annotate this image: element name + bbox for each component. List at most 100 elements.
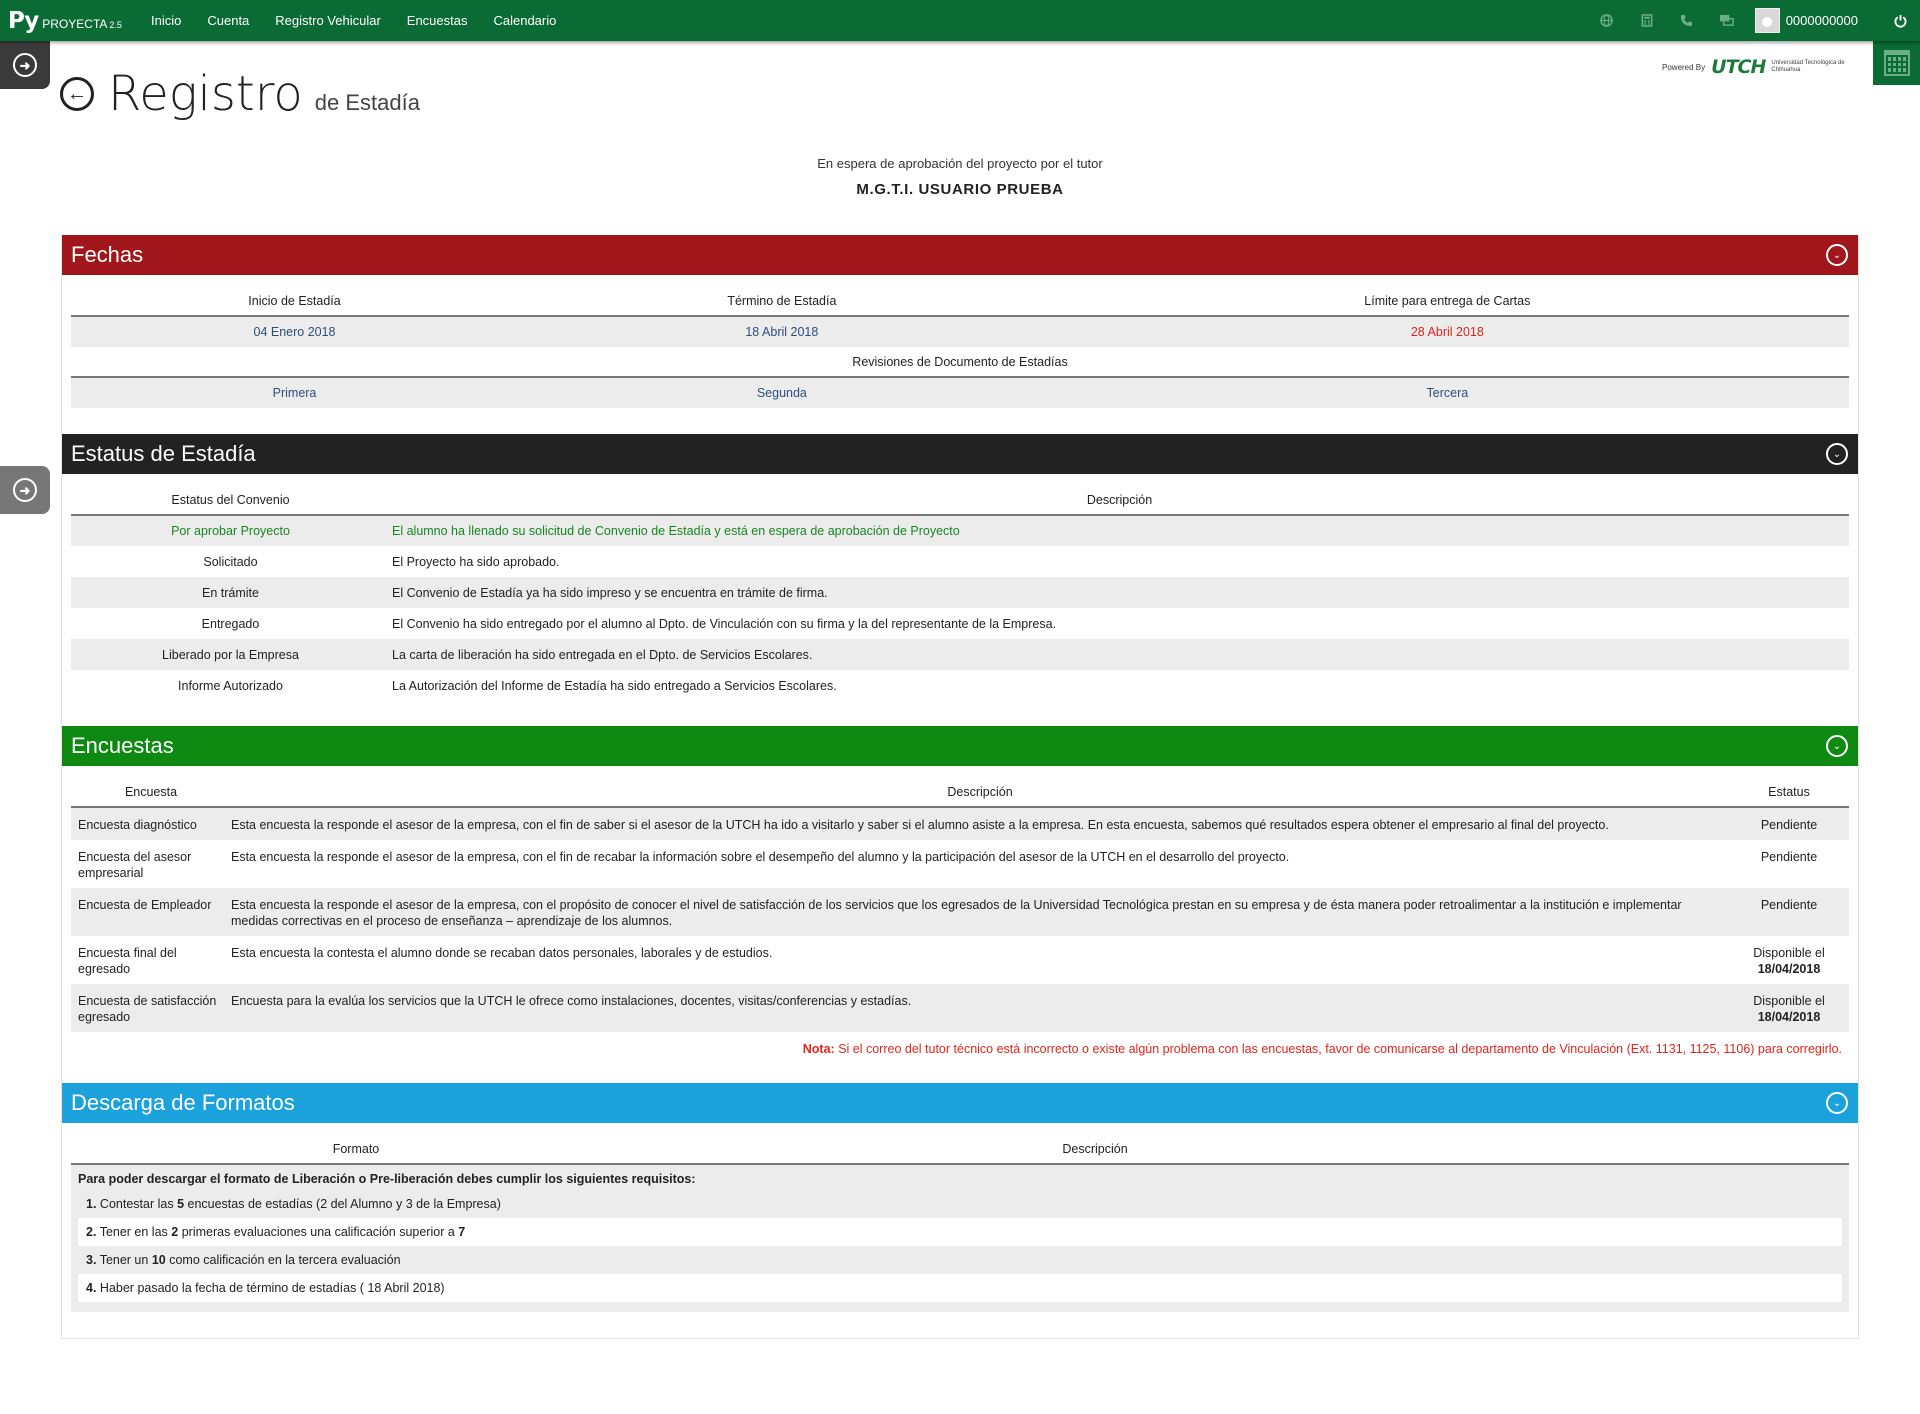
survey-desc: Encuesta para la evalúa los servicios qu… (231, 984, 1729, 1032)
survey-name: Encuesta del asesor empresarial (78, 850, 192, 880)
table-row: Primera Segunda Tercera (71, 377, 1849, 408)
table-row: En trámite El Convenio de Estadía ya ha … (71, 577, 1849, 608)
table-row[interactable]: Encuesta diagnóstico Esta encuesta la re… (71, 807, 1849, 840)
panel-estatus: Estatus de Estadía ⌄ Estatus del Conveni… (61, 434, 1859, 730)
requirement-item: 3. Tener un 10 como calificación en la t… (86, 1253, 401, 1267)
top-navbar: Py PROYECTA 2.5 Inicio Cuenta Registro V… (0, 0, 1920, 41)
note-text: Si el correo del tutor técnico está inco… (838, 1042, 1842, 1056)
nav-calendario[interactable]: Calendario (480, 13, 569, 28)
user-name: 0000000000 (1785, 13, 1858, 28)
status-name: Liberado por la Empresa (71, 639, 390, 670)
panel-descarga-header[interactable]: Descarga de Formatos ⌄ (62, 1083, 1858, 1123)
note-label: Nota: (802, 1042, 835, 1056)
survey-status: Disponible el 18/04/2018 (1753, 946, 1825, 976)
revisiones-title: Revisiones de Documento de Estadías (71, 347, 1849, 378)
requirements-box: Para poder descargar el formato de Liber… (71, 1165, 1849, 1312)
globe-icon[interactable] (1587, 0, 1627, 41)
status-name: Informe Autorizado (178, 678, 283, 693)
chevron-down-icon[interactable]: ⌄ (1826, 1092, 1848, 1114)
descarga-table: Formato Descripción (71, 1134, 1849, 1165)
survey-desc: Esta encuesta la responde el asesor de l… (231, 807, 1729, 840)
fechas-table: Inicio de Estadía Término de Estadía Lím… (71, 286, 1849, 408)
panel-title: Encuestas (71, 733, 174, 758)
panel-estatus-header[interactable]: Estatus de Estadía ⌄ (62, 434, 1858, 474)
table-row: Liberado por la Empresa La carta de libe… (71, 639, 1849, 670)
table-row[interactable]: Encuesta final del egresado Esta encuest… (71, 936, 1849, 984)
page-title: Registro (108, 66, 303, 122)
powered-by-label: Powered By (1662, 62, 1706, 72)
nav-cuenta[interactable]: Cuenta (194, 13, 262, 28)
power-icon[interactable] (1880, 0, 1920, 41)
utch-institution: Universidad Tecnológica de Chihuahua (1771, 60, 1845, 73)
survey-desc: Esta encuesta la contesta el alumno dond… (231, 946, 773, 960)
nav-registro-vehicular[interactable]: Registro Vehicular (262, 13, 394, 28)
panel-encuestas: Encuestas ⌄ Encuesta Descripción Estatus… (61, 726, 1859, 1086)
table-row: Entregado El Convenio ha sido entregado … (71, 608, 1849, 639)
table-header: Encuesta (71, 777, 231, 808)
panel-title: Descarga de Formatos (71, 1090, 295, 1115)
avatar (1754, 8, 1780, 33)
page-header: ← Registro de Estadía (60, 66, 420, 122)
utch-logo: UTCH (1711, 56, 1766, 78)
approval-message: En espera de aprobación del proyecto por… (817, 156, 1103, 171)
back-arrow-icon[interactable]: ← (60, 77, 94, 111)
brand-version: 2.5 (109, 19, 122, 30)
status-name: En trámite (71, 577, 390, 608)
requirement-item: 4. Haber pasado la fecha de término de e… (78, 1274, 1842, 1302)
table-header: Formato (71, 1134, 841, 1165)
phone-icon[interactable] (1667, 0, 1707, 41)
chevron-down-icon[interactable]: ⌄ (1826, 735, 1848, 757)
table-header: Término de Estadía (518, 286, 1046, 317)
status-desc: El Proyecto ha sido aprobado. (392, 554, 560, 569)
survey-status: Pendiente (1729, 888, 1849, 936)
nav-encuestas[interactable]: Encuestas (394, 13, 481, 28)
arrow-right-circle-icon: ➜ (13, 478, 37, 502)
calendar-tab[interactable] (1873, 41, 1920, 85)
side-panel-toggle[interactable]: ➜ (0, 466, 50, 514)
table-row[interactable]: Encuesta del asesor empresarial Esta enc… (71, 840, 1849, 888)
table-header: Estatus del Convenio (71, 485, 390, 516)
side-menu-toggle[interactable]: ➜ (0, 41, 50, 89)
status-desc: El alumno ha llenado su solicitud de Con… (390, 515, 1849, 546)
arrow-right-circle-icon: ➜ (13, 53, 37, 77)
calculator-icon[interactable] (1627, 0, 1667, 41)
survey-name: Encuesta diagnóstico (71, 807, 231, 840)
revision-tercera: Tercera (1045, 377, 1849, 408)
table-row[interactable]: Encuesta de satisfacción egresado Encues… (71, 984, 1849, 1032)
requirement-item: 1. Contestar las 5 encuestas de estadías… (86, 1197, 501, 1211)
approval-status: En espera de aprobación del proyecto por… (0, 156, 1920, 198)
survey-status: Pendiente (1729, 807, 1849, 840)
table-row: 04 Enero 2018 18 Abril 2018 28 Abril 201… (71, 316, 1849, 347)
survey-name: Encuesta final del egresado (78, 946, 177, 976)
chevron-down-icon[interactable]: ⌄ (1826, 443, 1848, 465)
table-row: Solicitado El Proyecto ha sido aprobado. (71, 546, 1849, 577)
table-row[interactable]: Encuesta de Empleador Esta encuesta la r… (71, 888, 1849, 936)
encuestas-table: Encuesta Descripción Estatus Encuesta di… (71, 777, 1849, 1032)
user-menu[interactable]: 0000000000 (1754, 8, 1858, 33)
survey-desc: Esta encuesta la responde el asesor de l… (231, 850, 1290, 864)
nav-inicio[interactable]: Inicio (138, 13, 194, 28)
chat-icon[interactable] (1707, 0, 1747, 41)
panel-fechas: Fechas ⌄ Inicio de Estadía Término de Es… (61, 235, 1859, 435)
survey-date: 18/04/2018 (1757, 962, 1821, 976)
status-name: Entregado (201, 616, 260, 631)
panel-fechas-header[interactable]: Fechas ⌄ (62, 235, 1858, 275)
survey-name: Encuesta de Empleador (71, 888, 231, 936)
table-header: Descripción (231, 777, 1729, 808)
calendar-icon (1883, 50, 1910, 76)
survey-status: Disponible el 18/04/2018 (1729, 984, 1849, 1032)
table-header: Descripción (841, 1134, 1849, 1165)
table-row: Por aprobar Proyecto El alumno ha llenad… (71, 515, 1849, 546)
status-name: Por aprobar Proyecto (71, 515, 390, 546)
chevron-down-icon[interactable]: ⌄ (1826, 244, 1848, 266)
estatus-table: Estatus del Convenio Descripción Por apr… (71, 485, 1849, 701)
brand-logo[interactable]: Py PROYECTA 2.5 (0, 8, 138, 34)
panel-encuestas-header[interactable]: Encuestas ⌄ (62, 726, 1858, 766)
status-desc: El Convenio de Estadía ya ha sido impres… (390, 577, 1849, 608)
letters-deadline: 28 Abril 2018 (1045, 316, 1849, 347)
status-desc: La carta de liberación ha sido entregada… (390, 639, 1849, 670)
panel-title: Fechas (71, 242, 144, 267)
survey-date: 18/04/2018 (1757, 1010, 1821, 1024)
end-date: 18 Abril 2018 (518, 316, 1046, 347)
requirement-item: 2. Tener en las 2 primeras evaluaciones … (78, 1218, 1842, 1246)
